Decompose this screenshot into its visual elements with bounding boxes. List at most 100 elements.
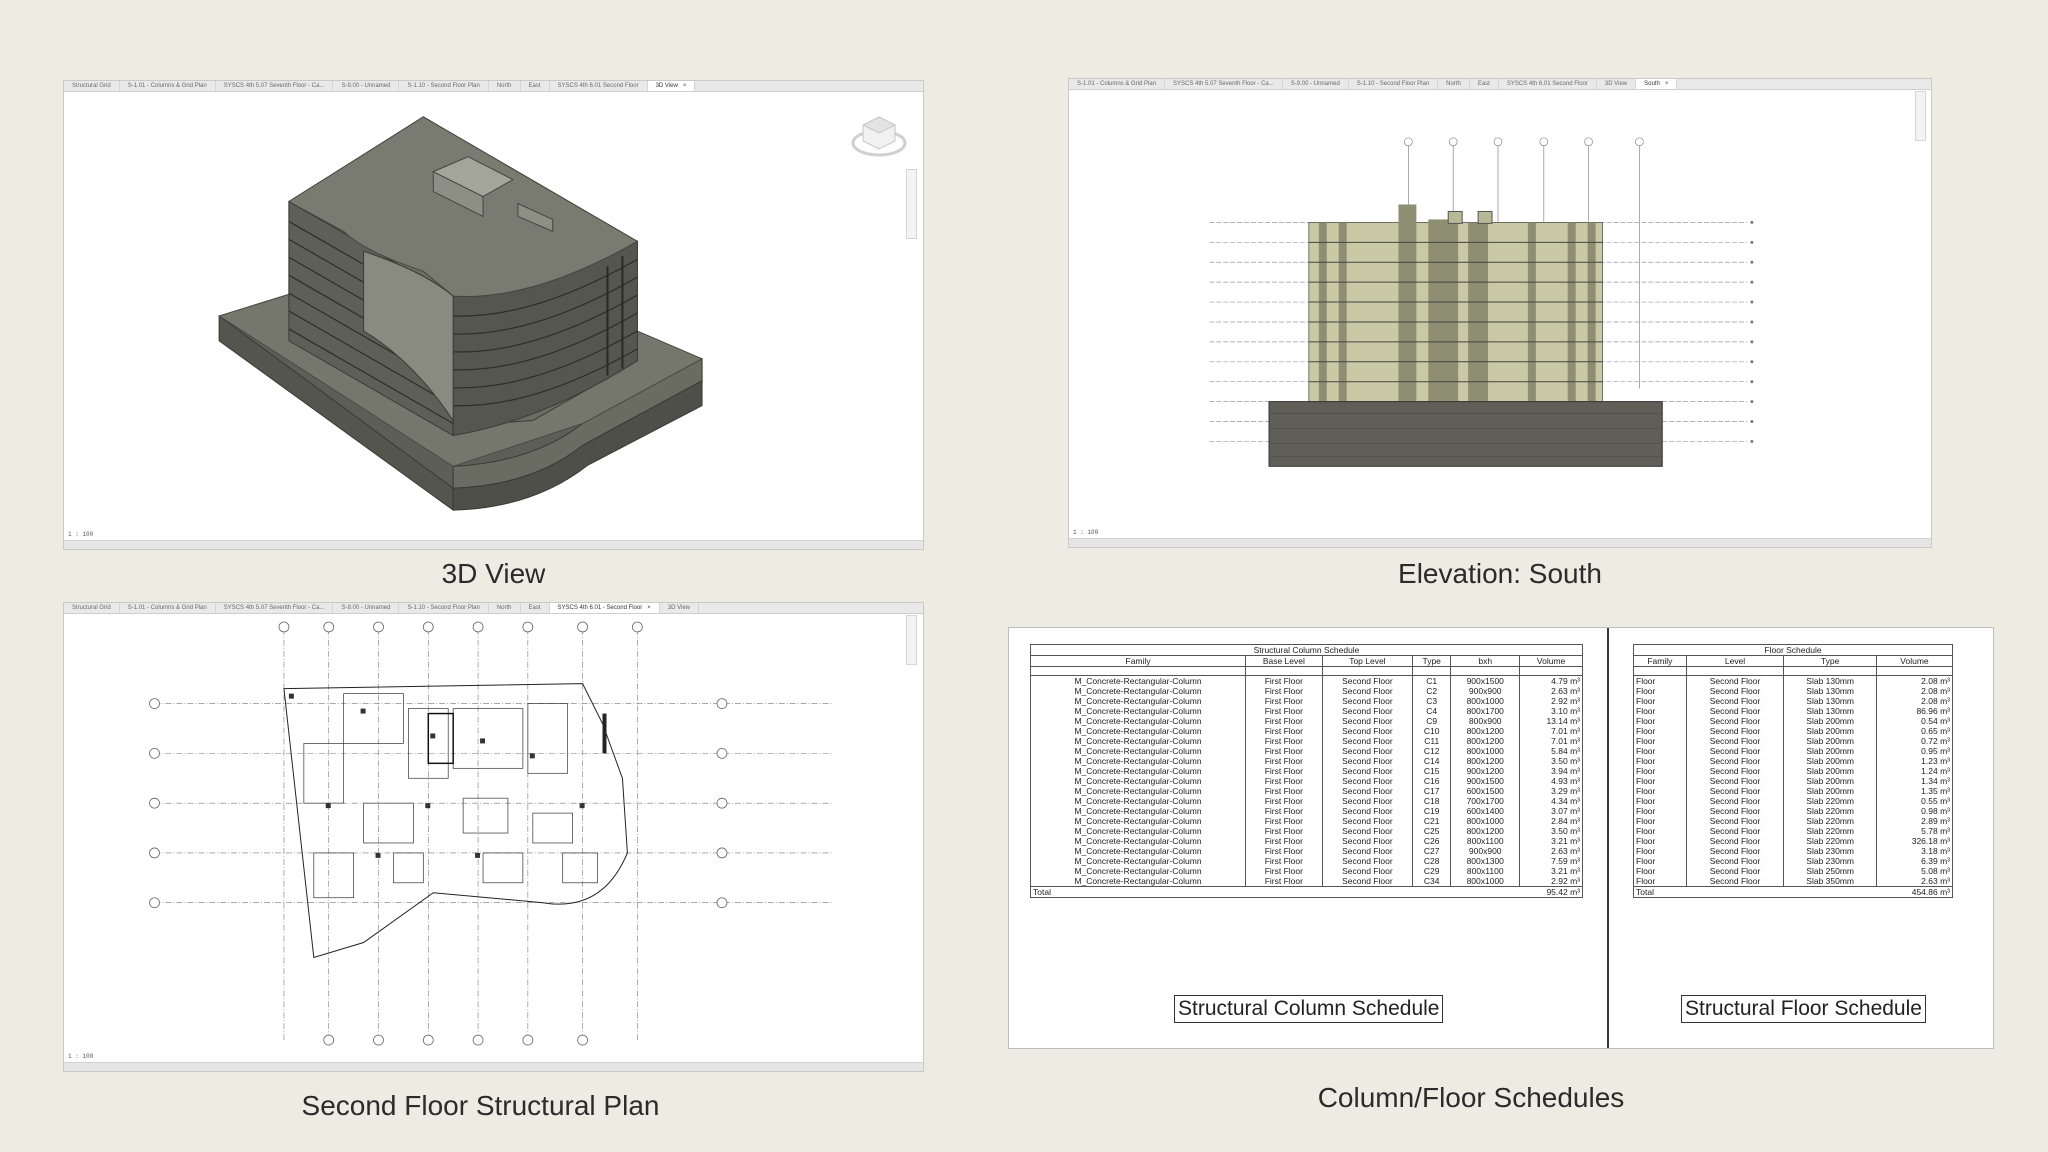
navigation-bar[interactable] [1915, 91, 1926, 141]
table-cell: Second Floor [1321, 756, 1414, 766]
view-tab[interactable]: SYSCS 4th 5.07 Seventh Floor - Ca... [1165, 79, 1283, 89]
view-tab[interactable]: 3D View [1597, 79, 1637, 89]
view-tab-label: S-1.10 - Second Floor Plan [1356, 80, 1430, 87]
table-cell: 5.84 m³ [1519, 746, 1583, 756]
close-tab-icon[interactable]: × [647, 605, 651, 611]
plan-viewport[interactable] [64, 614, 923, 1062]
view-control-bar[interactable]: 1 : 100 [1073, 529, 1098, 536]
view-tab[interactable]: East [521, 81, 550, 91]
table-cell: C12 [1412, 746, 1452, 756]
table-cell: 800x1200 [1450, 756, 1521, 766]
table-row: Floor Second Floor Slab 200mm 1.23 m³ [1633, 756, 1954, 766]
elevation-viewport[interactable] [1069, 90, 1931, 538]
table-cell: First Floor [1245, 836, 1323, 846]
view-tab[interactable]: SYSCS 4th 5.07 Seventh Floor - Ca... [216, 603, 334, 613]
view-tab[interactable]: S-9.00 - Unnamed [333, 603, 400, 613]
view-tab[interactable]: S-1.01 - Columns & Grid Plan [120, 603, 216, 613]
view-3d-panel[interactable]: Structural Grid S-1.01 - Columns & Grid P… [63, 80, 924, 550]
table-cell: Second Floor [1685, 696, 1785, 706]
view-tab-label: SYSCS 4th 5.07 Seventh Floor - Ca... [223, 82, 325, 89]
table-cell: M_Concrete-Rectangular-Column [1029, 766, 1247, 776]
view-tab[interactable]: S-1.10 - Second Floor Plan [399, 81, 489, 91]
table-cell: 600x1400 [1450, 806, 1521, 816]
view-tab[interactable]: SYSCS 4th 6.01 - Second Floor × [549, 603, 660, 613]
table-cell: 0.55 m³ [1875, 796, 1954, 806]
table-cell: First Floor [1245, 776, 1323, 786]
view-tab[interactable]: North [489, 81, 521, 91]
table-row: Floor Second Floor Slab 250mm 5.08 m³ [1633, 866, 1954, 876]
table-cell: Slab 130mm [1783, 686, 1877, 696]
table-cell: Second Floor [1321, 786, 1414, 796]
table-cell: 6.39 m³ [1875, 856, 1954, 866]
schedules-panel: Structural Column Schedule Family Base Le… [1008, 627, 1994, 1049]
table-cell: 4.34 m³ [1519, 796, 1583, 806]
3d-model-viewport[interactable] [64, 92, 923, 540]
table-cell: First Floor [1245, 746, 1323, 756]
view-tab[interactable]: S-1.10 - Second Floor Plan [399, 603, 489, 613]
elevation-south-panel[interactable]: S-1.01 - Columns & Grid Plan SYSCS 4th 5.… [1068, 78, 1932, 548]
table-cell: C19 [1412, 806, 1452, 816]
table-cell: 2.08 m³ [1875, 675, 1954, 686]
table-cell: M_Concrete-Rectangular-Column [1029, 736, 1247, 746]
table-cell: 7.01 m³ [1519, 726, 1583, 736]
table-cell: Slab 230mm [1783, 846, 1877, 856]
table-cell: 800x1200 [1450, 726, 1521, 736]
view-tab[interactable]: SYSCS 4th 6.01 Second Floor [550, 81, 648, 91]
view-tab[interactable]: South × [1636, 79, 1678, 89]
table-cell: 2.84 m³ [1519, 816, 1583, 826]
view-tab[interactable]: North [489, 603, 521, 613]
view-tab[interactable]: North [1438, 79, 1470, 89]
view-tab[interactable]: SYSCS 4th 6.01 Second Floor [1499, 79, 1597, 89]
table-cell: M_Concrete-Rectangular-Column [1029, 776, 1247, 786]
table-cell: First Floor [1245, 786, 1323, 796]
navigation-bar[interactable] [906, 169, 917, 239]
view-tab[interactable]: Structural Grid [64, 81, 120, 91]
table-cell: First Floor [1245, 756, 1323, 766]
view-tab[interactable]: 3D View [660, 603, 699, 613]
view-tab[interactable]: 3D View × [647, 81, 696, 91]
table-cell: 2.63 m³ [1519, 686, 1583, 696]
view-tab[interactable]: Structural Grid [64, 603, 120, 613]
table-row: M_Concrete-Rectangular-Column First Floor… [1029, 736, 1583, 746]
column-header: Family [1633, 655, 1687, 667]
view-tab[interactable]: East [1470, 79, 1499, 89]
table-cell: 800x1000 [1450, 696, 1521, 706]
table-cell: Floor [1633, 756, 1687, 766]
table-cell: Floor [1633, 706, 1687, 716]
table-row: Floor Second Floor Slab 130mm 2.08 m³ [1633, 686, 1954, 696]
table-row: Floor Second Floor Slab 230mm 6.39 m³ [1633, 856, 1954, 866]
view-tab[interactable]: S-1.10 - Second Floor Plan [1349, 79, 1439, 89]
table-row: Floor Second Floor Slab 130mm 2.08 m³ [1633, 696, 1954, 706]
table-cell: Floor [1633, 696, 1687, 706]
view-tab[interactable]: S-9.00 - Unnamed [1283, 79, 1349, 89]
second-floor-plan-panel[interactable]: Structural Grid S-1.01 - Columns & Grid P… [63, 602, 924, 1072]
table-cell: Second Floor [1321, 866, 1414, 876]
view-cube-icon[interactable] [849, 109, 909, 161]
navigation-bar[interactable] [906, 615, 917, 665]
table-cell: 1.34 m³ [1875, 776, 1954, 786]
table-row: Floor Second Floor Slab 220mm 0.55 m³ [1633, 796, 1954, 806]
view-control-bar[interactable]: 1 : 100 [68, 1053, 93, 1060]
view-tab[interactable]: SYSCS 4th 5.07 Seventh Floor - Ca... [216, 81, 334, 91]
close-tab-icon[interactable]: × [1665, 81, 1669, 87]
table-cell: M_Concrete-Rectangular-Column [1029, 746, 1247, 756]
table-cell: Second Floor [1685, 876, 1785, 887]
table-cell: 0.95 m³ [1875, 746, 1954, 756]
table-cell: First Floor [1245, 876, 1323, 887]
table-cell: Floor [1633, 686, 1687, 696]
table-cell: Slab 200mm [1783, 776, 1877, 786]
table-cell: Floor [1633, 806, 1687, 816]
table-cell: Floor [1633, 716, 1687, 726]
table-cell: Floor [1633, 736, 1687, 746]
view-tab[interactable]: S-1.01 - Columns & Grid Plan [120, 81, 216, 91]
view-tab[interactable]: S-9.00 - Unnamed [333, 81, 400, 91]
close-tab-icon[interactable]: × [683, 83, 687, 89]
table-cell: Slab 220mm [1783, 806, 1877, 816]
table-cell: Slab 130mm [1783, 675, 1877, 686]
table-row: M_Concrete-Rectangular-Column First Floor… [1029, 856, 1583, 866]
view-tab[interactable]: S-1.01 - Columns & Grid Plan [1069, 79, 1166, 89]
table-cell: 0.65 m³ [1875, 726, 1954, 736]
column-schedule-label: Structural Column Schedule [1174, 995, 1444, 1023]
view-tab[interactable]: East [521, 603, 550, 613]
view-control-bar[interactable]: 1 : 100 [68, 531, 93, 538]
